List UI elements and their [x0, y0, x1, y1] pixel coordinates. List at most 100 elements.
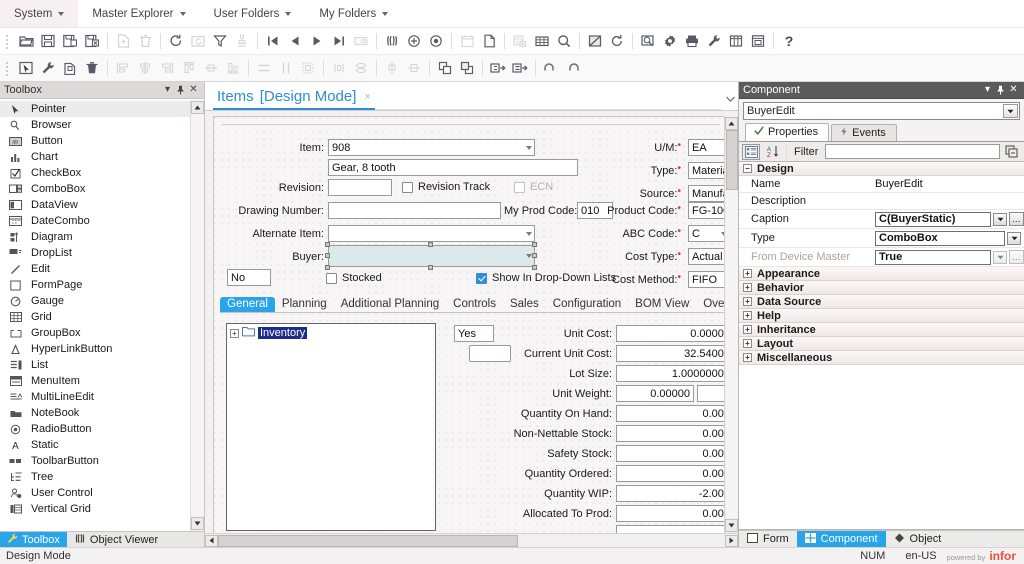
toolbox-item-notebook[interactable]: NoteBook	[0, 405, 190, 421]
item-description-field[interactable]: Gear, 8 tooth	[328, 159, 578, 176]
expand-icon[interactable]: +	[743, 325, 752, 334]
cost-type-field[interactable]: Actual	[688, 248, 724, 265]
abc-code-combo[interactable]: C	[688, 225, 724, 242]
design-mode-icon[interactable]	[584, 30, 606, 52]
property-row-description[interactable]: Description	[739, 193, 1024, 210]
resize-handle-ne[interactable]	[532, 242, 537, 247]
chevron-down-icon[interactable]: ▾	[981, 84, 994, 97]
document-tab-menu-button[interactable]	[722, 88, 738, 110]
bottom-tab-toolbox[interactable]: Toolbox	[0, 532, 67, 547]
scroll-thumb[interactable]	[218, 534, 518, 547]
form-canvas[interactable]: Item: 908 Gear, 8 tooth Revision: Revisi…	[213, 116, 724, 533]
type-editor[interactable]: ComboBox	[875, 230, 1005, 246]
toolbox-item-diagram[interactable]: Diagram	[0, 229, 190, 245]
current-unit-cost-field[interactable]: 32.54001	[616, 345, 724, 362]
resize-handle-n[interactable]	[428, 242, 433, 247]
property-value-editor[interactable]: True …	[871, 249, 1024, 265]
pointer-icon[interactable]	[15, 57, 37, 79]
toolbox-item-vertical-grid[interactable]: Vertical Grid	[0, 501, 190, 517]
calendar-icon[interactable]	[456, 30, 478, 52]
resize-handle-nw[interactable]	[325, 242, 330, 247]
lot-size-field[interactable]: 1.00000000	[616, 365, 724, 382]
alternate-item-combo[interactable]	[328, 225, 535, 242]
scroll-left-button[interactable]	[205, 534, 218, 547]
expand-icon[interactable]: +	[230, 328, 239, 338]
next-record-icon[interactable]	[306, 30, 328, 52]
toolbox-item-pointer[interactable]: Pointer	[0, 101, 190, 117]
property-category-miscellaneous[interactable]: + Miscellaneous	[739, 351, 1024, 365]
toolbox-item-droplist[interactable]: DropList	[0, 245, 190, 261]
align-left-icon[interactable]	[112, 57, 134, 79]
tab-sales[interactable]: Sales	[503, 297, 546, 312]
preview-icon[interactable]	[637, 30, 659, 52]
item-combo[interactable]: 908	[328, 139, 535, 156]
center-vertically-icon[interactable]	[403, 57, 425, 79]
ellipsis-button[interactable]: …	[1009, 250, 1024, 264]
same-width-icon[interactable]	[253, 57, 275, 79]
center-horizontally-icon[interactable]	[381, 57, 403, 79]
toolbox-item-grid[interactable]: Grid	[0, 309, 190, 325]
target-icon[interactable]	[425, 30, 447, 52]
tab-bom-view[interactable]: BOM View	[628, 297, 696, 312]
property-row-type[interactable]: Type ComboBox	[739, 229, 1024, 248]
property-category-behavior[interactable]: + Behavior	[739, 281, 1024, 295]
property-category-design[interactable]: − Design	[739, 162, 1024, 176]
same-size-icon[interactable]	[297, 57, 319, 79]
settings-icon[interactable]	[659, 30, 681, 52]
copy-property-icon[interactable]	[1003, 144, 1021, 160]
source-field[interactable]: Manufa	[688, 185, 724, 202]
space-vertical-icon[interactable]	[350, 57, 372, 79]
align-right-icon[interactable]	[156, 57, 178, 79]
close-icon[interactable]: ✕	[187, 84, 200, 97]
toolbox-item-combobox[interactable]: ComboBox	[0, 181, 190, 197]
scroll-up-button[interactable]	[191, 101, 204, 114]
from-device-master-editor[interactable]: True	[875, 249, 991, 265]
unit-weight-uom-combo[interactable]	[697, 385, 724, 402]
property-category-inheritance[interactable]: + Inheritance	[739, 323, 1024, 337]
alphabetical-icon[interactable]: AZ	[763, 144, 781, 160]
send-to-back-icon[interactable]	[456, 57, 478, 79]
tab-order-icon[interactable]	[487, 57, 509, 79]
quantity-on-hand-field[interactable]: 0.000	[616, 405, 724, 422]
previous-record-icon[interactable]	[284, 30, 306, 52]
no-button[interactable]: No	[227, 269, 271, 286]
toolbox-item-menuitem[interactable]: MenuItem	[0, 373, 190, 389]
zoom-in-icon[interactable]	[403, 30, 425, 52]
expand-icon[interactable]: +	[743, 283, 752, 292]
export-icon[interactable]	[509, 30, 531, 52]
tab-overview[interactable]: Overvie	[696, 297, 724, 312]
toolbox-item-list[interactable]: List	[0, 357, 190, 373]
property-value-editor[interactable]: C(BuyerStatic) …	[871, 211, 1024, 227]
next-field-partial[interactable]	[616, 525, 724, 533]
tree-node-inventory[interactable]: + Inventory	[227, 324, 435, 342]
non-nettable-stock-field[interactable]: 0.000	[616, 425, 724, 442]
inventory-tree[interactable]: + Inventory	[226, 323, 436, 531]
safety-stock-field[interactable]: 0.000	[616, 445, 724, 462]
scroll-down-button[interactable]	[725, 519, 738, 532]
first-record-icon[interactable]	[262, 30, 284, 52]
toolbox-item-groupbox[interactable]: GroupBox	[0, 325, 190, 341]
tab-order-alt-icon[interactable]	[509, 57, 531, 79]
cost-method-field[interactable]: FIFO	[688, 271, 724, 288]
find-icon[interactable]	[381, 30, 403, 52]
property-value-editor[interactable]: ComboBox	[871, 230, 1024, 246]
toolbox-item-checkbox[interactable]: CheckBox	[0, 165, 190, 181]
filter-in-place-icon[interactable]	[231, 30, 253, 52]
quantity-ordered-field[interactable]: 0.000	[616, 465, 724, 482]
property-category-layout[interactable]: + Layout	[739, 337, 1024, 351]
chevron-down-icon[interactable]	[993, 250, 1007, 264]
toolbox-scrollbar[interactable]	[190, 100, 204, 531]
form-horizontal-scrollbar[interactable]	[205, 533, 738, 547]
toolbar-grip[interactable]	[5, 32, 12, 50]
menu-item-master-explorer[interactable]: Master Explorer	[78, 0, 199, 27]
allocated-to-prod-field[interactable]: 0.000	[616, 505, 724, 522]
bottom-tab-component[interactable]: Component	[796, 531, 886, 547]
collapse-icon[interactable]: −	[743, 164, 752, 173]
align-center-icon[interactable]	[134, 57, 156, 79]
toolbox-item-static[interactable]: A Static	[0, 437, 190, 453]
toolbox-item-dataview[interactable]: DataView	[0, 197, 190, 213]
scroll-up-button[interactable]	[725, 117, 738, 130]
chevron-down-icon[interactable]: ▾	[161, 84, 174, 97]
help-icon[interactable]: ?	[778, 30, 800, 52]
undo-icon[interactable]	[540, 57, 562, 79]
